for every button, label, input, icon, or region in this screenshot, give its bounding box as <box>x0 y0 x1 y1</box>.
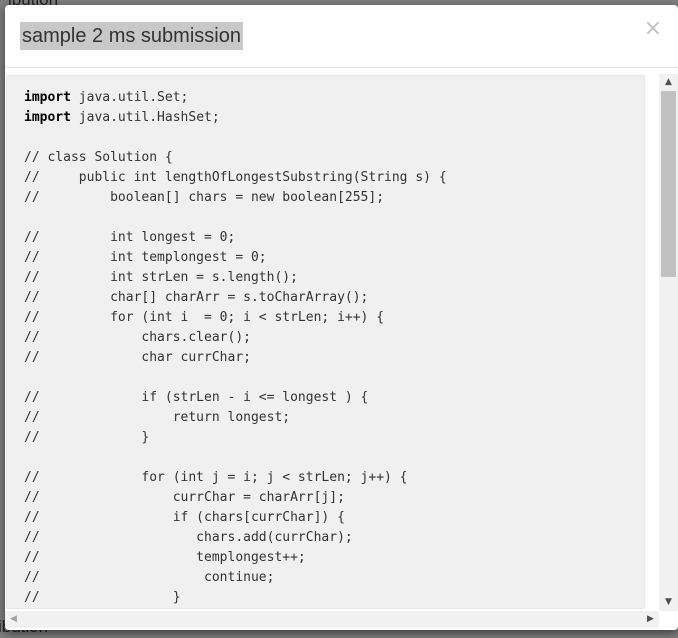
code-content: // continue; <box>24 570 275 585</box>
code-line: // boolean[] chars = new boolean[255]; <box>24 188 644 208</box>
code-keyword: import <box>24 90 71 105</box>
code-content: // templongest++; <box>24 550 306 565</box>
code-line: // } <box>24 588 644 608</box>
code-content: // for (int i = 0; i < strLen; i++) { <box>24 310 385 325</box>
code-line: // return longest; <box>24 408 644 428</box>
submission-modal: sample 2 ms submission × import java.uti… <box>5 5 678 630</box>
vertical-scroll-thumb[interactable] <box>661 91 676 277</box>
code-line: // char[] charArr = s.toCharArray(); <box>24 288 644 308</box>
code-content: // if (strLen - i <= longest ) { <box>24 390 369 405</box>
code-text: import java.util.Set; import java.util.Ha… <box>7 76 644 608</box>
modal-title[interactable]: sample 2 ms submission <box>20 22 243 50</box>
code-content: // if (chars[currChar]) { <box>24 510 345 525</box>
code-content: // } <box>24 590 181 605</box>
code-line: // templongest++; <box>24 548 644 568</box>
scroll-down-icon[interactable]: ▼ <box>659 594 678 611</box>
scroll-right-icon[interactable]: ▶ <box>642 611 659 628</box>
code-content: // class Solution { <box>24 150 173 165</box>
code-line: // int templongest = 0; <box>24 248 644 268</box>
modal-body: import java.util.Set; import java.util.Ha… <box>5 68 678 630</box>
code-content: // char currChar; <box>24 350 251 365</box>
code-line: // chars.add(currChar); <box>24 528 644 548</box>
code-block[interactable]: import java.util.Set; import java.util.Ha… <box>6 75 645 609</box>
code-keyword: import <box>24 110 71 125</box>
code-content: // for (int j = i; j < strLen; j++) { <box>24 470 408 485</box>
code-content: // int templongest = 0; <box>24 250 267 265</box>
code-line: // class Solution { <box>24 148 644 168</box>
modal-header: sample 2 ms submission × <box>5 5 678 68</box>
code-line: // public int lengthOfLongestSubstring(S… <box>24 168 644 188</box>
code-line: import java.util.Set; <box>24 88 644 108</box>
code-content: java.util.HashSet; <box>70 110 220 125</box>
code-line: // char currChar; <box>24 348 644 368</box>
scroll-left-icon[interactable]: ◀ <box>5 611 22 628</box>
code-content: java.util.Set; <box>70 90 189 105</box>
code-line: // int strLen = s.length(); <box>24 268 644 288</box>
code-line: // for (int j = i; j < strLen; j++) { <box>24 468 644 488</box>
code-line: import java.util.HashSet; <box>24 108 644 128</box>
code-content: // int strLen = s.length(); <box>24 270 298 285</box>
scroll-up-icon[interactable]: ▲ <box>659 74 678 91</box>
code-content: // int longest = 0; <box>24 230 236 245</box>
code-line: // chars.clear(); <box>24 328 644 348</box>
code-content: // char[] charArr = s.toCharArray(); <box>24 290 369 305</box>
code-content: // } <box>24 430 150 445</box>
code-line: // currChar = charArr[j]; <box>24 488 644 508</box>
code-content: // currChar = charArr[j]; <box>24 490 345 505</box>
code-content: // boolean[] chars = new boolean[255]; <box>24 190 385 205</box>
code-content: // public int lengthOfLongestSubstring(S… <box>24 170 447 185</box>
code-line: // for (int i = 0; i < strLen; i++) { <box>24 308 644 328</box>
code-line: // continue; <box>24 568 644 588</box>
close-icon[interactable]: × <box>644 17 662 41</box>
code-line: // if (chars[currChar]) { <box>24 508 644 528</box>
code-content: // return longest; <box>24 410 291 425</box>
vertical-scrollbar[interactable]: ▲ ▼ <box>659 74 678 611</box>
code-line: // if (strLen - i <= longest ) { <box>24 388 644 408</box>
code-line: // } <box>24 428 644 448</box>
horizontal-scrollbar[interactable]: ◀ ▶ <box>5 611 659 628</box>
code-line: // int longest = 0; <box>24 228 644 248</box>
code-content: // chars.clear(); <box>24 330 251 345</box>
code-content: // chars.add(currChar); <box>24 530 353 545</box>
